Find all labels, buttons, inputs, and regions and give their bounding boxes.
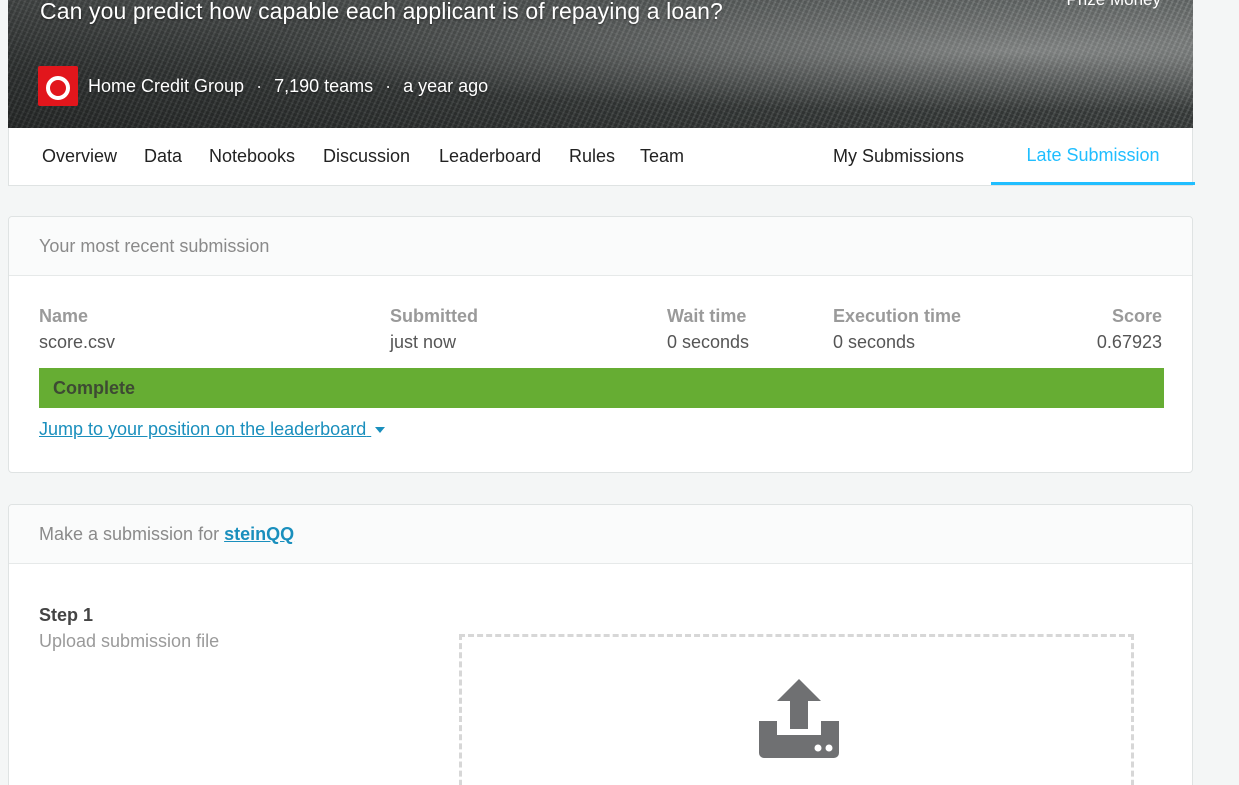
step-description: Upload submission file: [39, 631, 220, 651]
status-complete-bar: Complete: [39, 368, 1164, 408]
column-header-name: Name: [39, 306, 89, 326]
jump-link-text: Jump to your position on the leaderboard: [39, 419, 367, 439]
separator-dot: ·: [256, 75, 263, 96]
page: Can you predict how capable each applica…: [0, 0, 1239, 785]
competition-title: Can you predict how capable each applica…: [40, 0, 723, 24]
submission-execution-time: 0 seconds: [833, 332, 916, 352]
submission-file-name: score.csv: [39, 332, 116, 352]
tab-discussion[interactable]: Discussion: [323, 128, 410, 185]
tab-overview[interactable]: Overview: [42, 128, 117, 185]
submission-wait-time: 0 seconds: [667, 332, 750, 352]
separator-dot: ·: [385, 75, 392, 96]
competition-banner: Can you predict how capable each applica…: [8, 0, 1193, 128]
host-info: Home Credit Group · 7,190 teams · a year…: [38, 66, 488, 106]
logo-ring: [46, 76, 70, 100]
status-text: Complete: [53, 377, 136, 398]
column-header-execution-time: Execution time: [833, 306, 962, 326]
column-header-submitted: Submitted: [390, 306, 478, 326]
tab-rules[interactable]: Rules: [569, 128, 615, 185]
tab-notebooks[interactable]: Notebooks: [209, 128, 295, 185]
make-submission-prefix: Make a submission for: [39, 523, 220, 544]
host-name[interactable]: Home Credit Group: [88, 76, 244, 97]
team-link[interactable]: steinQQ: [224, 524, 294, 545]
recent-submission-header: Your most recent submission: [9, 217, 1192, 276]
tab-data[interactable]: Data: [144, 128, 182, 185]
host-logo-icon[interactable]: [38, 66, 78, 106]
step-title: Step 1: [39, 605, 94, 625]
make-submission-card: Make a submission for steinQQ Step 1 Upl…: [8, 504, 1193, 785]
column-header-wait-time: Wait time: [667, 306, 747, 326]
submission-score: 0.67923: [1096, 332, 1162, 352]
file-dropzone[interactable]: [459, 634, 1134, 785]
jump-to-leaderboard-link[interactable]: Jump to your position on the leaderboard: [39, 419, 386, 440]
upload-icon: [757, 679, 841, 764]
tab-late-submission[interactable]: Late Submission: [991, 128, 1195, 185]
recent-submission-card: Your most recent submission Name Submitt…: [8, 216, 1193, 473]
competition-age: a year ago: [403, 75, 489, 96]
tab-my-submissions[interactable]: My Submissions: [833, 128, 964, 185]
competition-tabs: Overview Data Notebooks Discussion Leade…: [8, 128, 1195, 186]
prize-money-label: Prize Money: [1067, 0, 1161, 10]
tab-leaderboard[interactable]: Leaderboard: [439, 128, 541, 185]
tab-team[interactable]: Team: [640, 128, 684, 185]
submission-submitted: just now: [390, 332, 457, 352]
column-header-score: Score: [1111, 306, 1162, 326]
make-submission-header: Make a submission for steinQQ: [9, 505, 1192, 564]
submission-table: Name Submitted Wait time Execution time …: [9, 276, 1192, 366]
team-count[interactable]: 7,190 teams: [274, 76, 373, 97]
caret-down-icon: [375, 427, 386, 434]
